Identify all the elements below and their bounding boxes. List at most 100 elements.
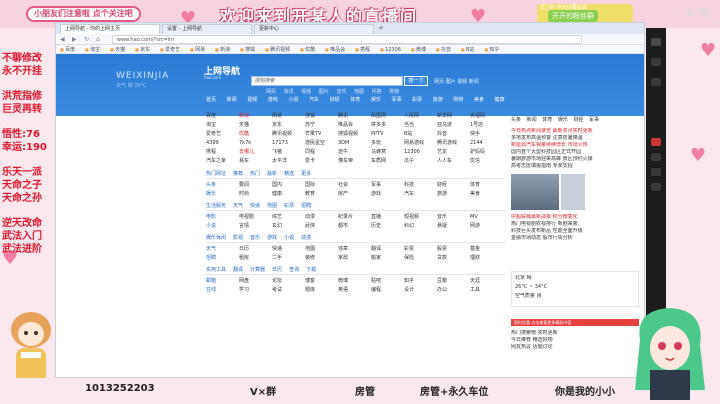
channel-link[interactable]: 健康 [495, 97, 505, 103]
site-link[interactable]: 时尚 [239, 190, 272, 198]
site-link[interactable]: 电影 [206, 213, 239, 221]
site-link[interactable]: 国内 [272, 181, 305, 189]
search-tab[interactable]: 音乐 [336, 89, 346, 95]
channel-link[interactable]: 新闻 [227, 97, 237, 103]
site-link[interactable]: 新华网 [437, 112, 470, 120]
site-link[interactable]: 百度 [206, 112, 239, 120]
section-tab[interactable]: 影视 [233, 235, 243, 241]
site-link[interactable]: 房产 [338, 190, 371, 198]
site-link[interactable]: 租房 [239, 254, 272, 262]
site-link[interactable]: 汽车之家 [206, 157, 239, 165]
site-link[interactable]: 社会 [338, 181, 371, 189]
headline-link[interactable]: 热门电视剧收视排行 新剧来袭 [511, 221, 639, 228]
site-link[interactable]: 美食 [470, 190, 503, 198]
favorite-link[interactable]: 优酷 [300, 45, 315, 53]
site-link[interactable]: 贷款 [437, 254, 470, 262]
site-link[interactable]: 玄幻 [272, 222, 305, 230]
ad-banner[interactable]: 限时优惠 点击查看更多精彩内容 [511, 319, 639, 326]
site-link[interactable]: 唯品会 [338, 121, 371, 129]
channel-link[interactable]: 汽车 [309, 97, 319, 103]
search-tab[interactable]: 地图 [354, 89, 364, 95]
section-tab[interactable]: 天气 [233, 203, 243, 209]
section-tab[interactable]: 地图 [267, 203, 277, 209]
site-link[interactable]: 贴吧 [371, 277, 404, 285]
site-link[interactable]: 多玩 [371, 139, 404, 147]
news-tab[interactable]: 军事 [589, 117, 599, 123]
search-extra-links[interactable]: 网页 图片 视频 新闻 [434, 78, 479, 85]
site-link[interactable]: 爱卡 [305, 157, 338, 165]
site-link[interactable]: 京东 [272, 121, 305, 129]
tab-home[interactable]: 上网导航 - 你的上网主页 [60, 24, 160, 34]
site-link[interactable]: 装修 [305, 254, 338, 262]
site-link[interactable]: 翻译 [371, 245, 404, 253]
site-link[interactable]: 网易游戏 [404, 139, 437, 147]
news-tab[interactable]: 头条 [511, 117, 521, 123]
search-tab[interactable]: 问答 [372, 89, 382, 95]
site-link[interactable]: 博客 [305, 277, 338, 285]
channel-link[interactable]: 军事 [391, 97, 401, 103]
search-input[interactable]: 搜狗搜索 [251, 76, 403, 86]
site-link[interactable]: 天涯 [470, 277, 503, 285]
site-link[interactable]: 凤凰网 [371, 112, 404, 120]
site-link[interactable]: 4399 [206, 139, 239, 147]
site-link[interactable]: 纪录片 [338, 213, 371, 221]
site-link[interactable]: 飞猪 [272, 148, 305, 156]
favorite-link[interactable]: 抖音 [436, 45, 451, 53]
site-link[interactable]: PPTV [371, 130, 404, 138]
site-link[interactable]: 苏宁 [305, 121, 338, 129]
site-link[interactable]: 题库 [305, 286, 338, 294]
news-tab[interactable]: 体育 [542, 117, 552, 123]
site-link[interactable]: 科技 [404, 181, 437, 189]
site-link[interactable]: 天猫 [239, 121, 272, 129]
section-tab[interactable]: 音乐 [250, 235, 260, 241]
site-link[interactable]: 腾讯 [338, 112, 371, 120]
tab-settings[interactable]: 设置 - 上网导航 [162, 24, 252, 34]
site-link[interactable]: 英语 [338, 286, 371, 294]
search-tab[interactable]: 购物 [389, 89, 399, 95]
site-link[interactable]: 瓜子 [404, 157, 437, 165]
toolbar-icon[interactable] [651, 153, 661, 161]
headline-link[interactable]: 暑期旅游市场迎来高峰 景区预约火爆 [511, 156, 639, 163]
site-link[interactable]: 地图 [305, 245, 338, 253]
favorite-link[interactable]: 新浪 [215, 45, 230, 53]
site-link[interactable]: 基金 [470, 245, 503, 253]
site-link[interactable]: 头条 [206, 181, 239, 189]
site-link[interactable]: 教育 [305, 190, 338, 198]
section-tab[interactable]: 翻译 [233, 267, 243, 273]
site-link[interactable]: 腾讯视频 [272, 130, 305, 138]
site-link[interactable]: 彩票 [404, 245, 437, 253]
site-link[interactable]: 国际 [305, 181, 338, 189]
section-tab[interactable]: 彩票 [284, 203, 294, 209]
site-link[interactable]: 拼多多 [371, 121, 404, 129]
channel-link[interactable]: 娱乐 [371, 97, 381, 103]
channel-link[interactable]: 旅游 [433, 97, 443, 103]
site-link[interactable]: 招聘 [206, 254, 239, 262]
toolbar-icon[interactable] [651, 138, 661, 146]
site-link[interactable]: 理财 [470, 254, 503, 262]
favorite-link[interactable]: 腾讯视频 [265, 45, 290, 53]
site-link[interactable]: 军事 [371, 181, 404, 189]
new-tab-icon[interactable]: + [378, 24, 384, 32]
channel-link[interactable]: 彩票 [412, 97, 422, 103]
site-link[interactable]: 车质网 [371, 157, 404, 165]
address-bar[interactable]: www.hao.com/?src=lm [112, 35, 582, 44]
search-tab[interactable]: 网页 [266, 89, 276, 95]
search-tab[interactable]: 资讯 [284, 89, 294, 95]
site-link[interactable]: 7k7k [239, 139, 272, 147]
site-link[interactable]: 邮箱 [206, 277, 239, 285]
search-tab[interactable]: 视频 [301, 89, 311, 95]
site-link[interactable]: 同程 [305, 148, 338, 156]
site-link[interactable]: 学习 [239, 286, 272, 294]
site-link[interactable]: 考试 [272, 286, 305, 294]
site-link[interactable]: 淘宝 [206, 121, 239, 129]
site-link[interactable]: 旅游 [437, 190, 470, 198]
forward-icon[interactable]: ▶ [72, 36, 77, 43]
site-link[interactable]: 体育 [470, 181, 503, 189]
section-tab[interactable]: 游戏 [267, 235, 277, 241]
site-link[interactable]: 违章 [338, 245, 371, 253]
site-link[interactable]: 游戏 [371, 190, 404, 198]
channel-link[interactable]: 小说 [288, 97, 298, 103]
toolbar-icon[interactable] [651, 38, 661, 46]
site-link[interactable]: 腾讯游戏 [437, 139, 470, 147]
section-tab[interactable]: 动漫 [301, 235, 311, 241]
